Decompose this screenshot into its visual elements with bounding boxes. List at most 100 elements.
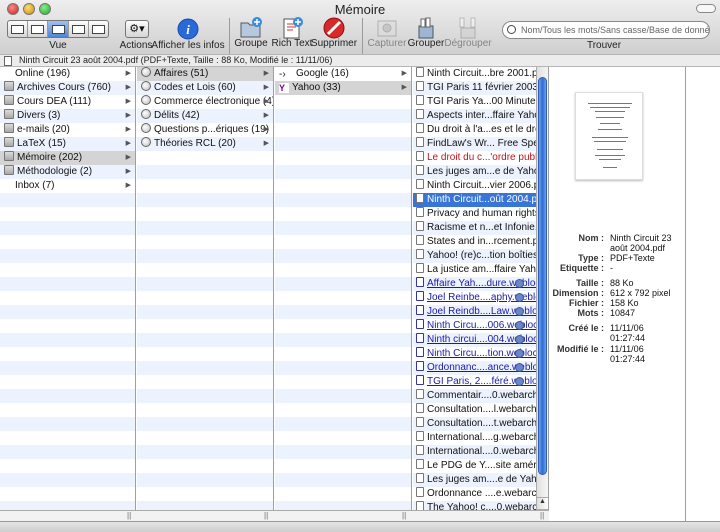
file-item[interactable]: Consultation....t.webarchive (413, 417, 536, 431)
subgroup-item[interactable]: -› Google (16) ▶ (275, 67, 411, 81)
supprimer-button[interactable]: Supprimer (311, 16, 357, 49)
file-item[interactable]: Le PDG de Y....site américian (413, 459, 536, 473)
scroll-up-arrow[interactable]: ▲ (537, 497, 548, 509)
file-item[interactable]: Ninth Circu....tion.webloc (413, 347, 536, 361)
document-icon (416, 67, 424, 77)
group-item[interactable]: Commerce électronique (4) ▶ (137, 95, 273, 109)
file-item[interactable]: Racisme et n...et Infonie.pdf (413, 221, 536, 235)
database-item[interactable]: Online (196) ▶ (0, 67, 135, 81)
new-rich-text-icon (283, 17, 303, 39)
file-item[interactable]: International....0.webarchive (413, 445, 536, 459)
file-item[interactable]: Ordonnance ....e.webarchive (413, 487, 536, 501)
file-item[interactable]: Joel Reinbe....aphy.webloc (413, 291, 536, 305)
column-files[interactable]: Ninth Circuit...bre 2001.pdf TGI Paris 11… (413, 67, 549, 521)
file-item-label: TGI Paris Ya...00 Minute.pdf (427, 96, 536, 107)
file-item[interactable]: States and in...rcement.pdf (413, 235, 536, 249)
file-item-label: International....0.webarchive (427, 446, 536, 457)
database-item[interactable]: Archives Cours (760) ▶ (0, 81, 135, 95)
degrouper-button[interactable]: Dégrouper (444, 16, 492, 49)
file-item[interactable]: Aspects inter...ffaire Yahoo! (413, 109, 536, 123)
file-item[interactable]: La justice am...ffaire Yahoo! (413, 263, 536, 277)
disclosure-arrow-icon: ▶ (125, 84, 131, 91)
meta-fichier-value: 158 Ko (610, 298, 639, 308)
file-item[interactable]: Les juges am....e de Yahoo ! (413, 473, 536, 487)
document-icon (416, 109, 424, 119)
column-groups[interactable]: Affaires (51) ▶ Codes et Lois (60) ▶ Commerc… (137, 67, 274, 521)
files-scrollbar[interactable]: ▲ ▼ (536, 67, 548, 521)
toolbar-toggle-button[interactable] (696, 4, 716, 13)
group-item-label: Codes et Lois (60) (154, 82, 236, 93)
meta-dimension-value: 612 x 792 pixel (610, 288, 671, 298)
file-item-label: Consultation....t.webarchive (427, 418, 536, 429)
disclosure-arrow-icon: ▶ (401, 84, 407, 91)
group-item-label: Commerce électronique (4) (154, 96, 273, 107)
resize-grip-icon[interactable]: || (540, 511, 544, 520)
database-item[interactable]: LaTeX (15) ▶ (0, 137, 135, 151)
document-icon (416, 473, 424, 483)
document-icon (416, 81, 424, 91)
file-item[interactable]: Ordonnanc....ance.webloc (413, 361, 536, 375)
group-item[interactable]: Affaires (51) ▶ (137, 67, 273, 81)
resize-grip-icon[interactable]: || (127, 511, 131, 520)
vue-label: Vue (49, 40, 67, 51)
group-item[interactable]: Questions p...ériques (19) ▶ (137, 123, 273, 137)
group-item[interactable]: Codes et Lois (60) ▶ (137, 81, 273, 95)
document-icon (416, 263, 424, 273)
files-scrollbar-thumb[interactable] (538, 77, 547, 475)
file-item[interactable]: Yahoo! (re)c...tion boîtiese (413, 249, 536, 263)
file-item[interactable]: Ninth Circuit...oût 2004.pdf (413, 193, 536, 207)
column-subgroups[interactable]: -› Google (16) ▶ Y Yahoo (33) ▶ (275, 67, 412, 521)
path-info-bar: Ninth Circuit 23 août 2004.pdf (PDF+Text… (0, 54, 720, 67)
file-item[interactable]: Les juges am...e de Yahoo ! (413, 165, 536, 179)
database-item-label: Online (196) (15, 68, 71, 79)
link-badge-icon (515, 335, 524, 344)
meta-modifie-value: 11/11/06 01:27:44 (610, 344, 646, 364)
database-item[interactable]: Méthodologie (2) ▶ (0, 165, 135, 179)
database-item[interactable]: e-mails (20) ▶ (0, 123, 135, 137)
file-item[interactable]: Le droit du c...'ordre public (413, 151, 536, 165)
group-item[interactable]: Théories RCL (20) ▶ (137, 137, 273, 151)
view-mode-control[interactable] (7, 20, 109, 38)
file-item[interactable]: Joel Reindb....Law.webloc (413, 305, 536, 319)
status-bar (0, 521, 720, 532)
group-icon (141, 95, 151, 105)
view-compact-button[interactable] (28, 21, 49, 37)
file-item[interactable]: Privacy and human rights.pdf (413, 207, 536, 221)
search-placeholder: Nom/Tous les mots/Sans casse/Base de don… (521, 25, 710, 35)
subgroup-item[interactable]: Y Yahoo (33) ▶ (275, 81, 411, 95)
file-item[interactable]: Consultation....l.webarchive (413, 403, 536, 417)
view-list-button[interactable] (8, 21, 29, 37)
file-item[interactable]: TGI Paris, 2....féré.webloc (413, 375, 536, 389)
database-item[interactable]: Cours DEA (111) ▶ (0, 95, 135, 109)
pdf-page-thumbnail[interactable] (575, 92, 643, 180)
file-item[interactable]: Affaire Yah....dure.webloc (413, 277, 536, 291)
actions-button[interactable]: ⚙▾ (125, 20, 149, 38)
file-item[interactable]: TGI Paris 11 février 2003.pdf (413, 81, 536, 95)
view-split-button[interactable] (69, 21, 89, 37)
group-item[interactable]: Délits (42) ▶ (137, 109, 273, 123)
file-item[interactable]: Du droit à l'a...es et le droit (413, 123, 536, 137)
file-item-label: Le PDG de Y....site américian (427, 460, 536, 471)
file-item[interactable]: Ninth Circuit...bre 2001.pdf (413, 67, 536, 81)
view-page-button[interactable] (89, 21, 108, 37)
database-item[interactable]: Mémoire (202) ▶ (0, 151, 135, 165)
afficher-infos-button[interactable]: i Afficher les infos (151, 18, 225, 51)
file-item[interactable]: FindLaw's Wr... Free Speech (413, 137, 536, 151)
file-item[interactable]: TGI Paris Ya...00 Minute.pdf (413, 95, 536, 109)
view-columns-button[interactable] (48, 21, 69, 37)
resize-grip-icon[interactable]: || (264, 511, 268, 520)
folder-icon (4, 109, 14, 119)
database-item[interactable]: Inbox (7) ▶ (0, 179, 135, 193)
window: Mémoire Vue ⚙▾ Actions i Afficher les in… (0, 0, 720, 532)
resize-grip-icon[interactable]: || (402, 511, 406, 520)
file-item[interactable]: International....g.webarchive (413, 431, 536, 445)
column-databases[interactable]: Online (196) ▶ Archives Cours (760) ▶ Cours … (0, 67, 136, 521)
file-item[interactable]: Ninth circui....004.webloc (413, 333, 536, 347)
file-item-label: Consultation....l.webarchive (427, 404, 536, 415)
disclosure-arrow-icon: ▶ (125, 140, 131, 147)
search-input[interactable]: Nom/Tous les mots/Sans casse/Base de don… (502, 21, 710, 39)
database-item[interactable]: Divers (3) ▶ (0, 109, 135, 123)
file-item[interactable]: Ninth Circu....006.webloc (413, 319, 536, 333)
file-item[interactable]: Commentair....0.webarchive (413, 389, 536, 403)
file-item[interactable]: Ninth Circuit...vier 2006.pdf (413, 179, 536, 193)
